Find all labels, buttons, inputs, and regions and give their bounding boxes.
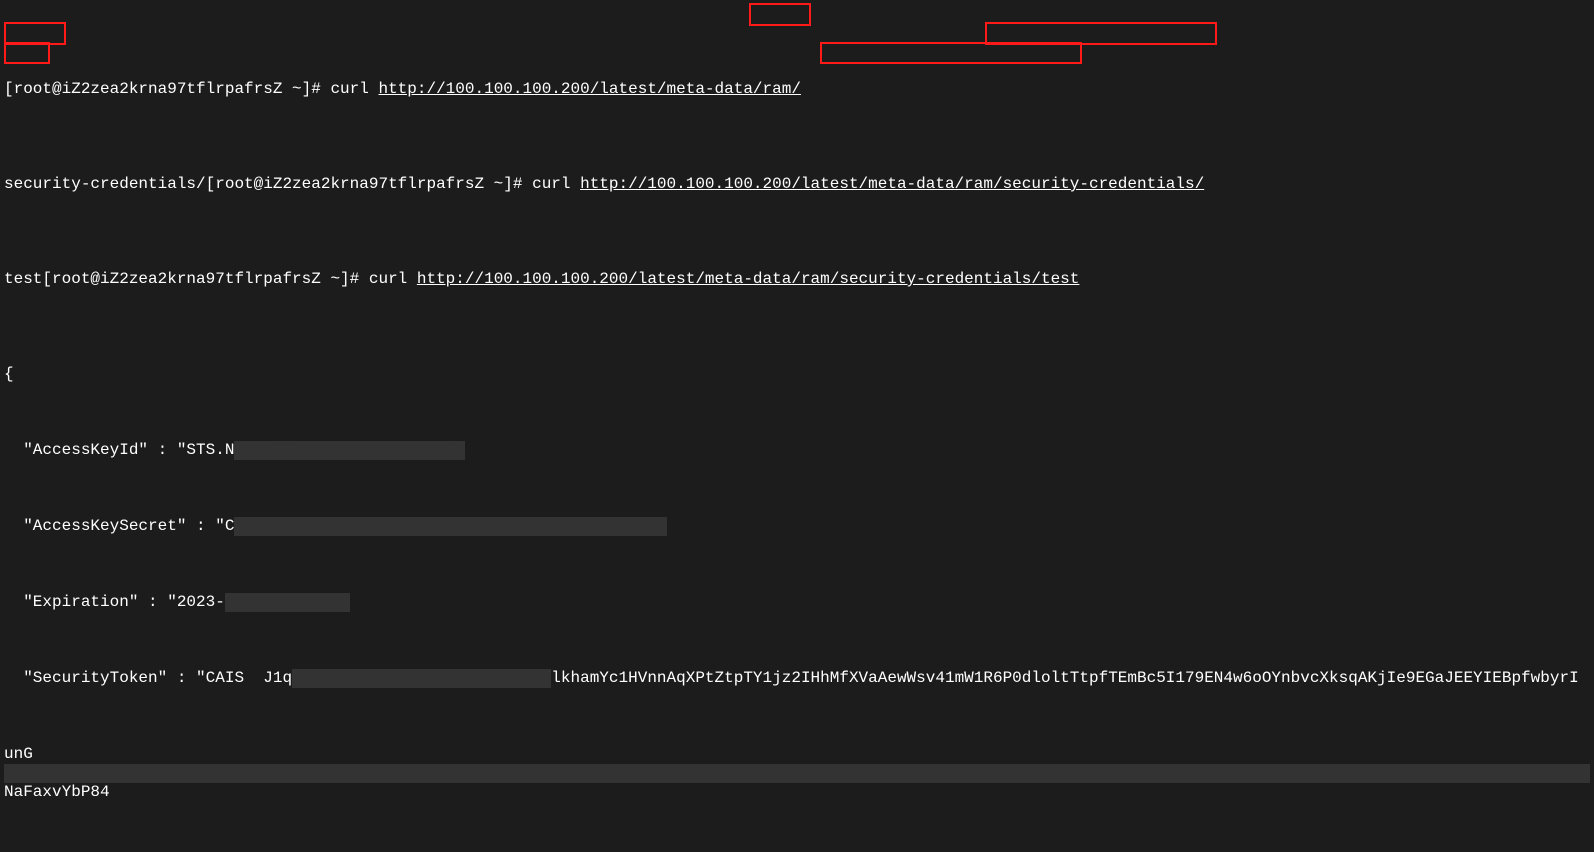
- security-token-tail-1: lkhamYc1HVnnAqXPtZtpTY1jz2IHhMfXVaAewWsv…: [551, 669, 1578, 687]
- output-seccred: security-credentials/[root@iZ2zea2krna97…: [4, 175, 580, 193]
- redaction: s4",: [292, 441, 465, 460]
- access-key-secret-label: "AccessKeySecret" : "C: [4, 517, 234, 535]
- redaction: [4, 764, 1590, 783]
- json-open-brace: {: [4, 365, 1590, 384]
- url-security-credentials[interactable]: http://100.100.100.200/latest/meta-data/…: [580, 175, 1204, 193]
- output-test-prompt: test[root@iZ2zea2krna97tflrpafrsZ ~]# cu…: [4, 270, 417, 288]
- redaction: [234, 517, 666, 536]
- highlight-security-credentials-test: [820, 42, 1082, 64]
- prompt-1: [root@iZ2zea2krna97tflrpafrsZ ~]# curl: [4, 80, 378, 98]
- terminal[interactable]: [root@iZ2zea2krna97tflrpafrsZ ~]# curl h…: [0, 0, 1594, 852]
- redaction: [292, 669, 551, 688]
- security-token-label: "SecurityToken" : "CAIS J1q: [4, 669, 292, 687]
- highlight-ram: [749, 3, 811, 26]
- cmd-line-1: [root@iZ2zea2krna97tflrpafrsZ ~]# curl h…: [4, 80, 1590, 99]
- json-security-token-2: unG NaFaxvYbP84: [4, 745, 1590, 802]
- st2-tail: NaFaxvYbP84: [4, 783, 110, 801]
- cmd-line-3: test[root@iZ2zea2krna97tflrpafrsZ ~]# cu…: [4, 270, 1590, 289]
- expiration-label: "Expiration" : "2023-: [4, 593, 225, 611]
- redaction: 8F: [234, 441, 292, 460]
- json-security-token-1: "SecurityToken" : "CAIS J1q lkhamYc1HVnn…: [4, 669, 1590, 688]
- json-access-key-secret: "AccessKeySecret" : "C: [4, 517, 1590, 536]
- st2-lead: unG: [4, 745, 33, 763]
- highlight-security-credentials: [985, 22, 1217, 45]
- highlight-test-word: [4, 42, 50, 64]
- json-expiration: "Expiration" : "2023-: [4, 593, 1590, 612]
- json-access-key-id: "AccessKeyId" : "STS.N 8F s4",: [4, 441, 1590, 460]
- redaction: [225, 593, 350, 612]
- url-security-credentials-test[interactable]: http://100.100.100.200/latest/meta-data/…: [417, 270, 1080, 288]
- url-ram[interactable]: http://100.100.100.200/latest/meta-data/…: [378, 80, 800, 98]
- highlight-security-word: [4, 22, 66, 45]
- access-key-id-label: "AccessKeyId" : "STS.N: [4, 441, 234, 459]
- cmd-line-2: security-credentials/[root@iZ2zea2krna97…: [4, 175, 1590, 194]
